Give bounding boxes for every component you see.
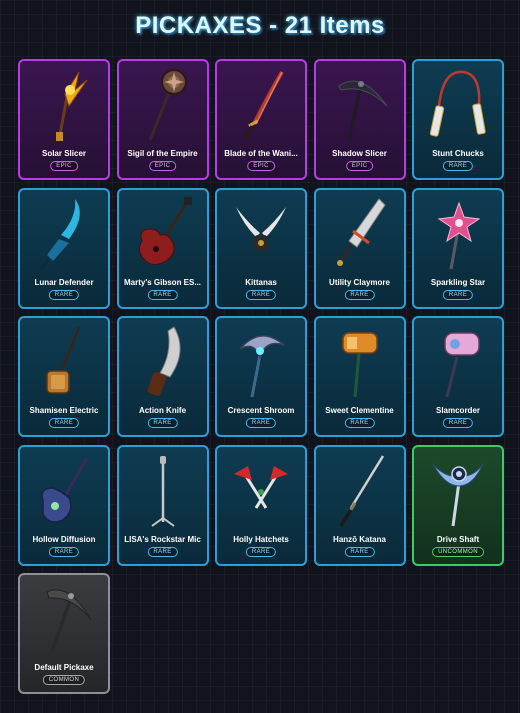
slamcorder-icon <box>444 332 480 398</box>
pickaxe-grid: Solar Slicer EPIC Sigil of the Empire EP… <box>18 59 504 694</box>
item-card[interactable]: Default Pickaxe COMMON <box>18 573 110 694</box>
rarity-badge: RARE <box>245 546 277 557</box>
rarity-badge: UNCOMMON <box>432 546 484 557</box>
item-card[interactable]: Lunar Defender RARE <box>18 187 110 309</box>
item-name: Hollow Diffusion <box>32 534 96 544</box>
item-card[interactable]: Crescent Shroom RARE <box>215 316 307 437</box>
rarity-badge: EPIC <box>50 161 78 171</box>
item-card[interactable]: Sparkling Star RARE <box>412 187 504 309</box>
action-knife-icon <box>147 326 180 396</box>
item-card[interactable]: Marty's Gibson ES... RARE <box>116 187 209 309</box>
item-name: Shamisen Electric <box>29 406 99 415</box>
item-card[interactable]: Sweet Clementine RARE <box>313 316 406 437</box>
item-card[interactable]: Holly Hatchets RARE <box>215 444 307 566</box>
item-card[interactable]: Blade of the Wani... EPIC <box>215 59 307 180</box>
page-title: PICKAXES - 21 Items <box>135 12 385 39</box>
item-card[interactable]: Sigil of the Empire EPIC <box>116 59 209 180</box>
item-name: Stunt Chucks <box>432 149 484 158</box>
rarity-badge: RARE <box>147 546 178 557</box>
rarity-badge: RARE <box>442 289 474 300</box>
rarity-badge: RARE <box>48 546 80 557</box>
rarity-badge: RARE <box>344 418 375 428</box>
item-name: Crescent Shroom <box>227 406 295 415</box>
sigil-of-the-empire-icon <box>148 69 187 141</box>
item-name: Solar Slicer <box>41 149 87 158</box>
item-name: Sigil of the Empire <box>127 149 198 158</box>
holly-hatchets-icon <box>234 465 288 509</box>
item-name: LISA's Rockstar Mic <box>124 534 201 544</box>
item-name: Hanzō Katana <box>333 534 386 544</box>
item-name: Holly Hatchets <box>233 534 289 544</box>
blade-of-the-wani-icon <box>242 70 284 141</box>
item-card[interactable]: Utility Claymore RARE <box>313 187 406 309</box>
solar-slicer-icon <box>56 71 88 141</box>
rarity-badge: EPIC <box>345 161 374 171</box>
lunar-defender-icon <box>39 198 80 270</box>
rarity-badge: RARE <box>344 546 375 557</box>
stunt-chucks-icon <box>429 70 486 137</box>
rarity-badge: EPIC <box>148 161 177 171</box>
guitar-icon <box>138 196 192 265</box>
sweet-clementine-icon <box>341 332 378 398</box>
item-name: Utility Claymore <box>329 277 390 287</box>
utility-claymore-icon <box>336 197 386 266</box>
item-card[interactable]: Stunt Chucks RARE <box>412 59 504 180</box>
rarity-badge: RARE <box>442 161 474 171</box>
item-name: Sweet Clementine <box>325 406 394 415</box>
mic-stand-icon <box>150 455 175 527</box>
hollow-diffusion-guitar-icon <box>41 456 89 523</box>
rarity-badge: RARE <box>48 418 80 428</box>
kittanas-icon <box>236 206 286 251</box>
crescent-shroom-icon <box>239 335 285 398</box>
item-name: Shadow Slicer <box>332 149 387 158</box>
default-pickaxe-icon <box>46 589 92 655</box>
item-name: Marty's Gibson ES... <box>123 277 202 287</box>
rarity-badge: RARE <box>245 289 277 300</box>
item-card[interactable]: Hanzō Katana RARE <box>313 444 406 566</box>
item-card[interactable]: Slamcorder RARE <box>412 316 504 437</box>
katana-icon <box>339 454 384 527</box>
item-name: Action Knife <box>138 406 187 415</box>
rarity-badge: COMMON <box>42 675 86 685</box>
item-card[interactable]: Shadow Slicer EPIC <box>313 59 406 180</box>
item-card[interactable]: Solar Slicer EPIC <box>18 59 110 180</box>
item-card[interactable]: LISA's Rockstar Mic RARE <box>116 444 209 566</box>
item-name: Default Pickaxe <box>34 663 94 672</box>
rarity-badge: RARE <box>442 418 474 428</box>
item-card[interactable]: Action Knife RARE <box>116 316 209 437</box>
item-name: Kittanas <box>245 277 277 287</box>
rarity-badge: EPIC <box>247 161 275 171</box>
item-name: Drive Shaft <box>436 534 480 544</box>
rarity-badge: RARE <box>245 418 277 428</box>
item-name: Sparkling Star <box>430 277 486 287</box>
item-card[interactable]: Drive Shaft UNCOMMON <box>412 444 504 566</box>
item-name: Lunar Defender <box>34 277 94 287</box>
shadow-slicer-icon <box>337 80 387 141</box>
sparkling-star-icon <box>437 201 481 269</box>
item-name: Slamcorder <box>435 406 481 415</box>
drive-shaft-icon <box>432 463 484 526</box>
item-card[interactable]: Shamisen Electric RARE <box>18 316 110 437</box>
rarity-badge: RARE <box>147 289 178 300</box>
rarity-badge: RARE <box>48 289 80 300</box>
item-name: Blade of the Wani... <box>224 149 298 158</box>
rarity-badge: RARE <box>147 418 178 428</box>
item-card[interactable]: Kittanas RARE <box>215 187 307 309</box>
item-card[interactable]: Hollow Diffusion RARE <box>18 444 110 566</box>
shamisen-icon <box>46 326 81 394</box>
rarity-badge: RARE <box>344 289 375 300</box>
